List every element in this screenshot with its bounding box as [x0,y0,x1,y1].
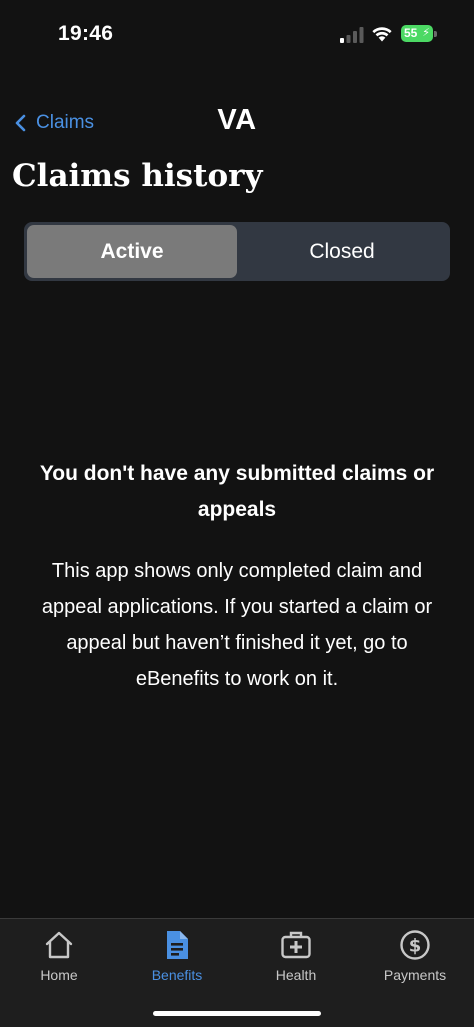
medical-kit-icon [281,931,311,959]
tab-payments[interactable]: $ Payments [356,929,474,989]
tab-home[interactable]: Home [0,929,118,989]
cellular-signal-icon [340,27,364,43]
tab-active[interactable]: Active [27,225,237,278]
tab-label-home: Home [40,967,78,983]
charging-bolt-icon: ⚡ [422,27,430,39]
tab-benefits[interactable]: Benefits [118,929,236,989]
tab-label-benefits: Benefits [151,967,203,983]
empty-state-heading: You don't have any submitted claims or a… [39,462,435,521]
status-bar: 19:46 55 ⚡ [0,0,474,70]
tab-label-health: Health [275,967,317,983]
svg-text:$: $ [409,936,422,957]
tab-health[interactable]: Health [237,929,355,989]
home-icon [45,931,73,959]
home-indicator [153,1011,321,1016]
document-icon [167,931,188,959]
battery-icon: 55 ⚡ [401,25,433,42]
wifi-icon [372,27,392,42]
tab-label-payments: Payments [383,967,447,983]
battery-level: 55 [404,26,418,40]
page-title: Claims history [12,158,263,194]
battery-nub [434,31,437,37]
dollar-circle-icon: $ [400,930,430,960]
tab-closed[interactable]: Closed [237,225,447,278]
empty-state-body: This app shows only completed claim and … [41,560,433,690]
va-logo: VA [217,104,257,136]
status-time: 19:46 [58,22,114,45]
claims-segmented-control: Active Closed [24,222,450,281]
